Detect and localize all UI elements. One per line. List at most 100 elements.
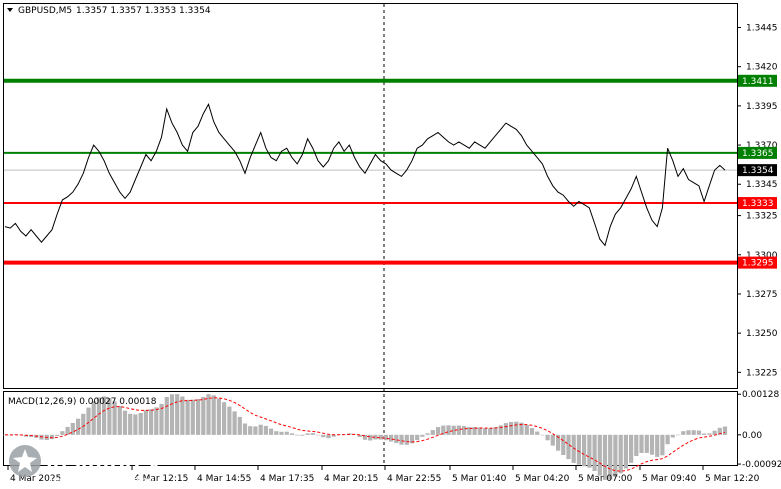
macd-bar [582, 434, 587, 467]
macd-bar [524, 425, 529, 435]
macd-bar [446, 425, 451, 435]
price-tick-label: 1.3250 [746, 329, 778, 339]
macd-bar [258, 424, 263, 435]
price-line [4, 103, 726, 247]
macd-axis: 0.00128 0.00 -0.00092 [737, 390, 781, 470]
time-tick-label: 4 Mar 14:55 [197, 474, 251, 484]
level-label: 1.3365 [742, 149, 774, 159]
macd-bar [248, 426, 253, 435]
chart: 1.34451.34201.33951.33701.33451.33251.33… [2, 3, 781, 487]
macd-bar [175, 394, 180, 435]
macd-bar [509, 422, 514, 435]
macd-bar [608, 434, 613, 480]
macd-bar [383, 434, 388, 441]
macd-label: MACD(12,26,9) 0.00027 0.00018 [8, 397, 157, 407]
macd-bar [639, 434, 644, 453]
macd-bar [644, 434, 649, 453]
macd-bar [201, 397, 206, 435]
macd-bar [284, 431, 289, 435]
macd-bar [597, 434, 602, 476]
time-tick-label: 4 Mar 20:15 [324, 474, 378, 484]
macd-bar [550, 434, 555, 446]
price-tick-label: 1.3325 [746, 212, 778, 222]
macd-bar [514, 421, 519, 435]
time-tick-label: 5 Mar 09:40 [642, 474, 697, 484]
macd-bar [305, 433, 310, 435]
macd-bar [420, 434, 425, 437]
macd-bar [122, 410, 128, 435]
level-label: 1.3295 [742, 259, 774, 269]
level-lines: 1.3411 1.3365 1.3333 1.3295 [4, 74, 777, 269]
macd-bar [696, 430, 701, 435]
macd-bar [415, 434, 420, 440]
macd-bar [164, 397, 169, 435]
macd-bar [326, 434, 331, 439]
macd-bar [368, 434, 373, 441]
macd-bar [222, 402, 227, 435]
macd-bar [462, 426, 467, 435]
macd-bar [681, 431, 686, 435]
time-tick-label: 5 Mar 01:40 [452, 474, 507, 484]
macd-bar [196, 399, 201, 435]
macd-bar [665, 434, 670, 445]
brand-tagline: Instant Forex Trading [50, 475, 154, 487]
time-tick-label: 4 Mar 17:35 [260, 474, 314, 484]
macd-tick-label: 0.00 [742, 431, 762, 441]
macd-bar [592, 434, 597, 471]
macd-bar [482, 428, 488, 435]
macd-bar [289, 433, 295, 435]
symbol-label: GBPUSD,M5 [18, 6, 72, 16]
macd-bar [399, 434, 404, 445]
macd-bar [670, 434, 675, 438]
macd-bar [566, 434, 571, 460]
price-tick-label: 1.3445 [746, 24, 778, 34]
macd-bar [211, 395, 216, 435]
macd-bar [263, 425, 268, 435]
time-tick-label: 5 Mar 12:20 [705, 474, 760, 484]
macd-bar [722, 426, 728, 435]
macd-bar [300, 434, 305, 436]
macd-bar [503, 423, 508, 435]
macd-bar [60, 431, 65, 435]
macd-bar [190, 399, 195, 435]
price-tick-label: 1.3420 [746, 63, 778, 73]
macd-bar [660, 434, 665, 456]
macd-bar [138, 413, 143, 435]
macd-bar [634, 434, 639, 456]
macd-bar [253, 426, 258, 435]
macd-bar [545, 434, 550, 441]
macd-bar [76, 418, 81, 435]
macd-bar [81, 413, 86, 435]
macd-bar [535, 431, 540, 435]
macd-bar [310, 433, 315, 435]
macd-tick-label: 0.00128 [742, 390, 779, 400]
level-label: 1.3411 [742, 77, 774, 87]
macd-bar [623, 434, 628, 469]
macd-bar [321, 434, 326, 438]
macd-bar [128, 413, 133, 435]
symbol-dropdown-icon[interactable] [7, 8, 13, 12]
macd-bar [55, 434, 60, 436]
price-tick-label: 1.3345 [746, 180, 778, 190]
macd-bar [676, 434, 681, 436]
macd-bar [65, 426, 70, 435]
macd-bar [237, 416, 242, 435]
macd-bar [242, 423, 248, 435]
macd-bar [477, 427, 482, 435]
macd-bar [185, 399, 190, 435]
macd-bar [149, 409, 154, 435]
macd-bar [133, 414, 138, 435]
macd-bar [707, 433, 712, 435]
macd-bar [143, 410, 148, 435]
macd-bar [86, 407, 91, 435]
macd-bar [206, 394, 211, 435]
macd-bar [316, 434, 321, 436]
level-label: 1.3333 [742, 199, 774, 209]
macd-bar [404, 434, 409, 445]
time-tick-label: 4 Mar 22:55 [387, 474, 441, 484]
macd-bar [436, 427, 441, 435]
macd-bar [686, 430, 691, 435]
macd-bar [587, 434, 592, 468]
current-price-label: 1.3354 [742, 166, 774, 176]
ohlc-label: 1.3357 1.3357 1.3353 1.3354 [76, 6, 211, 16]
